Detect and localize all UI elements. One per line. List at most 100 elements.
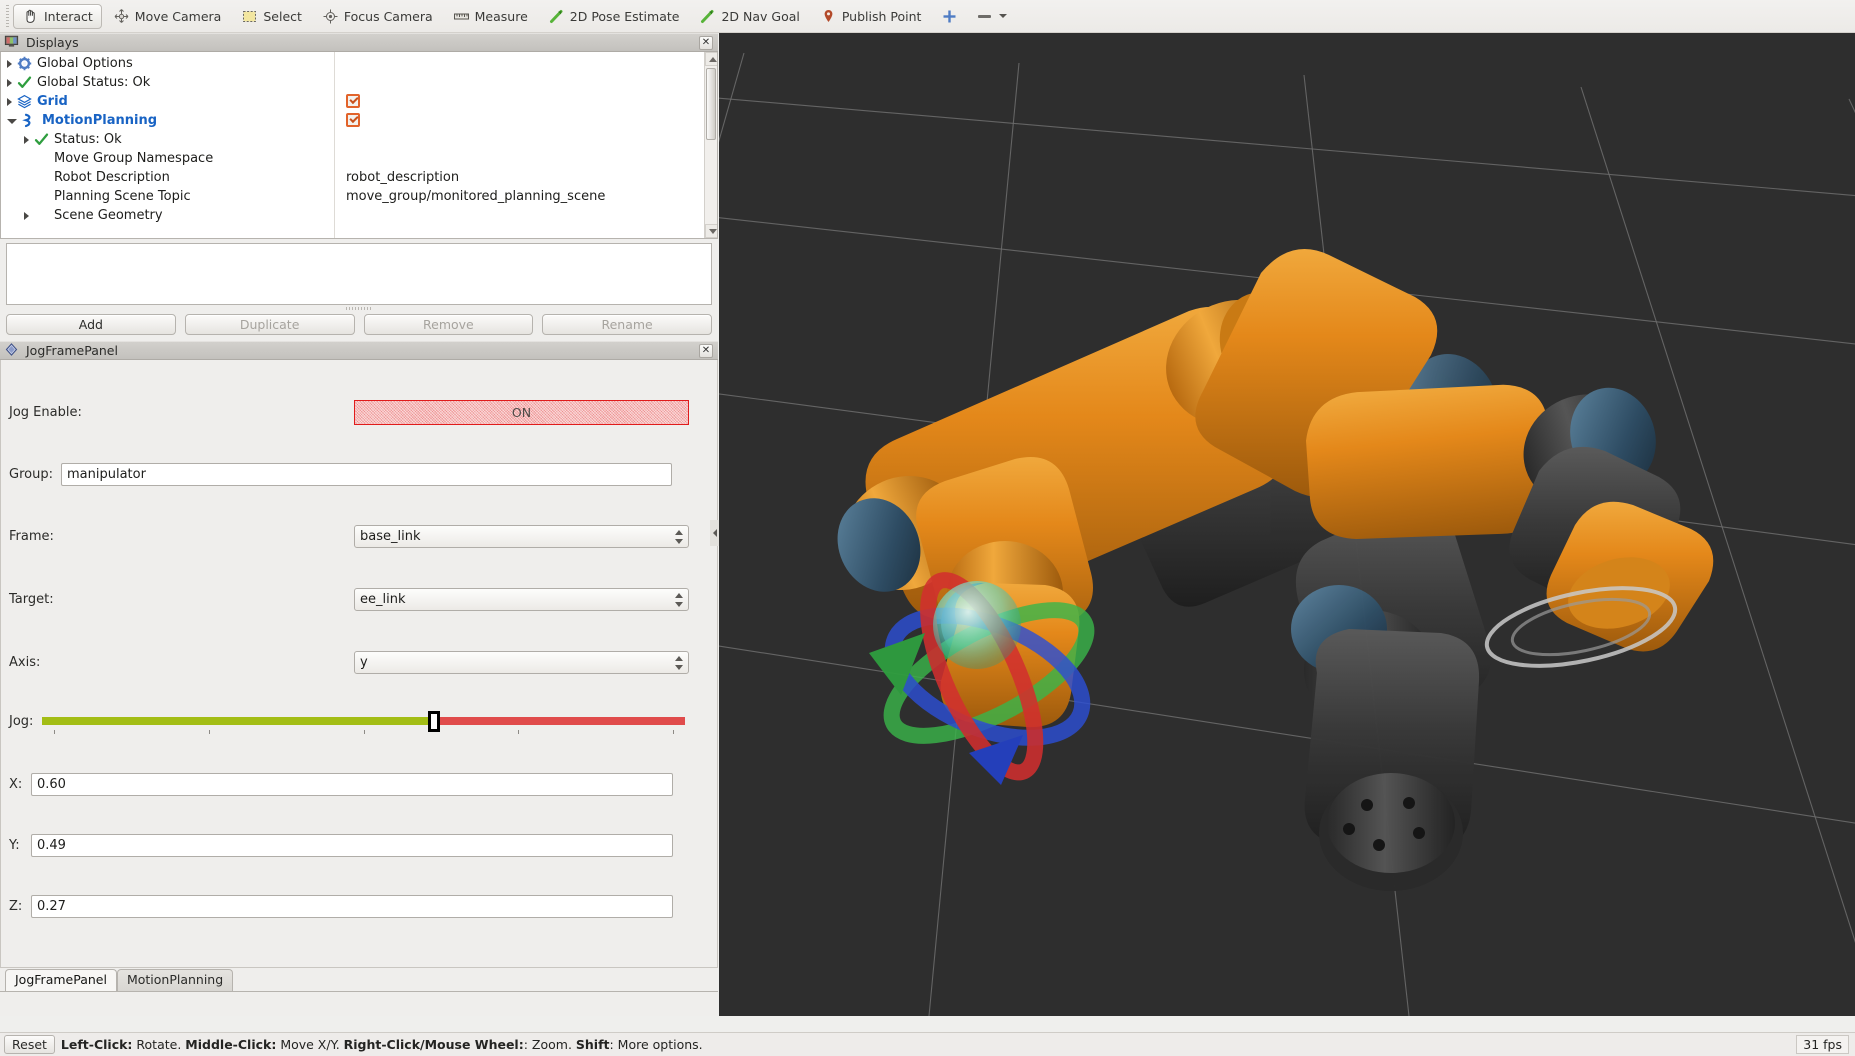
tool-select[interactable]: Select: [232, 4, 311, 29]
displays-tree-row[interactable]: Move Group Namespace: [1, 149, 717, 168]
reset-button[interactable]: Reset: [4, 1035, 55, 1054]
displays-tree-row[interactable]: Robot Description robot_description: [1, 168, 717, 187]
tree-expander-closed-icon[interactable]: [24, 211, 29, 220]
displays-tree-row[interactable]: Planning Scene Topic move_group/monitored…: [1, 187, 717, 206]
tree-expander-closed-icon[interactable]: [7, 59, 12, 68]
tree-item-value[interactable]: robot_description: [346, 170, 459, 185]
y-input[interactable]: 0.49: [31, 834, 673, 857]
toolbar-drag-handle[interactable]: [4, 4, 11, 28]
group-label: Group:: [9, 467, 53, 482]
duplicate-button[interactable]: Duplicate: [184, 314, 355, 335]
jog-slider-track-right: [434, 717, 685, 725]
tree-expander-closed-icon[interactable]: [7, 78, 12, 87]
displays-button-row: Add Duplicate Remove Rename: [0, 314, 718, 335]
scroll-up-icon[interactable]: [705, 52, 717, 66]
x-input[interactable]: 0.60: [31, 773, 673, 796]
jog-slider-ticks: [42, 730, 685, 735]
map-pin-icon: [820, 8, 837, 25]
add-tool-icon: [941, 8, 958, 25]
jog-slider-handle[interactable]: [428, 711, 441, 732]
jog-enable-toggle[interactable]: ON: [354, 400, 689, 425]
tree-item-label: MotionPlanning: [42, 113, 158, 128]
panel-tab-jogframepanel[interactable]: JogFramePanel: [5, 969, 117, 991]
displays-tree-row[interactable]: Status: Ok: [1, 130, 717, 149]
tree-item-label: Grid: [37, 94, 68, 109]
axis-row: Axis: y: [1, 651, 717, 674]
tree-item-label: Move Group Namespace: [54, 151, 214, 166]
displays-tree-row[interactable]: Scene Geometry: [1, 206, 717, 225]
y-row: Y: 0.49: [1, 834, 717, 857]
tree-item-checkbox[interactable]: [346, 94, 360, 108]
target-spin-icon[interactable]: [675, 592, 684, 608]
rename-button[interactable]: Rename: [542, 314, 712, 335]
tool-focus-camera[interactable]: Focus Camera: [313, 4, 442, 29]
tool-2d-pose-estimate[interactable]: 2D Pose Estimate: [539, 4, 689, 29]
tree-item-label: Scene Geometry: [54, 208, 163, 223]
frame-spin-icon[interactable]: [675, 529, 684, 545]
tool-move-camera[interactable]: Move Camera: [104, 4, 231, 29]
hand-cursor-icon: [22, 8, 39, 25]
target-row: Target: ee_link: [1, 588, 717, 611]
group-row: Group: manipulator: [1, 463, 717, 486]
tree-item-label: Global Status: Ok: [37, 75, 151, 90]
axis-spin-icon[interactable]: [675, 655, 684, 671]
jog-panel-body: Jog Enable: ON Group: manipulator Frame:…: [0, 360, 718, 968]
tool-publish-point[interactable]: Publish Point: [811, 4, 931, 29]
hint-segment: Left-Click:: [60, 1037, 133, 1052]
displays-scrollbar[interactable]: [704, 52, 717, 238]
tree-expander-closed-icon[interactable]: [24, 135, 29, 144]
jog-panel-label: JogFramePanel: [26, 343, 118, 358]
target-combobox[interactable]: ee_link: [354, 588, 689, 611]
diamond-icon: [4, 342, 21, 359]
tool-move-camera-label: Move Camera: [134, 8, 222, 24]
displays-tree-row[interactable]: MotionPlanning: [1, 111, 717, 130]
tool-overflow[interactable]: [969, 4, 1016, 29]
add-button[interactable]: Add: [6, 314, 176, 335]
left-dock-collapse-handle[interactable]: [710, 520, 719, 546]
tool-focus-camera-label: Focus Camera: [343, 8, 433, 24]
hint-segment: Middle-Click:: [185, 1037, 277, 1052]
displays-tree[interactable]: Global Options Global Status: Ok Grid Motio…: [0, 52, 718, 239]
axis-combobox-value: y: [360, 655, 368, 670]
frame-combobox[interactable]: base_link: [354, 525, 689, 548]
jog-panel-close-button[interactable]: ✕: [699, 344, 713, 358]
tool-measure[interactable]: Measure: [444, 4, 537, 29]
z-input[interactable]: 0.27: [31, 895, 673, 918]
scrollbar-thumb[interactable]: [706, 68, 716, 140]
y-label: Y:: [9, 838, 20, 853]
left-dock: Displays ✕ Global Options Global Status: …: [0, 33, 718, 1016]
tree-item-checkbox[interactable]: [346, 113, 360, 127]
tree-icon-spacer: [34, 151, 49, 166]
axis-combobox[interactable]: y: [354, 651, 689, 674]
displays-close-button[interactable]: ✕: [699, 36, 713, 50]
displays-tree-row[interactable]: Global Options: [1, 54, 717, 73]
displays-tree-row[interactable]: Grid: [1, 92, 717, 111]
panel-tab-motionplanning[interactable]: MotionPlanning: [116, 969, 234, 991]
hint-segment: : More options.: [609, 1037, 703, 1052]
tree-expander-closed-icon[interactable]: [7, 97, 12, 106]
display-properties-box[interactable]: [6, 243, 712, 305]
tool-measure-label: Measure: [474, 8, 528, 24]
scene-3d: [719, 33, 1855, 1016]
tree-item-label: Robot Description: [54, 170, 170, 185]
frame-row: Frame: base_link: [1, 525, 717, 548]
tool-add-tool[interactable]: [932, 4, 967, 29]
tree-item-value[interactable]: move_group/monitored_planning_scene: [346, 189, 605, 204]
group-input[interactable]: manipulator: [61, 463, 672, 486]
tool-2d-nav-goal[interactable]: 2D Nav Goal: [690, 4, 808, 29]
overflow-caret-icon: [999, 14, 1008, 18]
jog-slider[interactable]: [42, 708, 685, 734]
tree-expander-open-icon[interactable]: [7, 119, 17, 124]
displays-tree-row[interactable]: Global Status: Ok: [1, 73, 717, 92]
render-viewport[interactable]: [719, 33, 1855, 1016]
main-toolbar: Interact Move Camera Select Focus Camera…: [0, 0, 1855, 33]
panel-resize-grip[interactable]: [0, 305, 718, 312]
scroll-down-icon[interactable]: [705, 224, 717, 238]
hint-segment: Move X/Y.: [276, 1037, 344, 1052]
rviz-window: Interact Move Camera Select Focus Camera…: [0, 0, 1855, 1056]
displays-panel-title: Displays ✕: [0, 33, 718, 52]
remove-button[interactable]: Remove: [363, 314, 534, 335]
jog-slider-track-left: [42, 717, 435, 725]
hint-segment: Rotate.: [132, 1037, 186, 1052]
tool-interact[interactable]: Interact: [13, 3, 102, 29]
